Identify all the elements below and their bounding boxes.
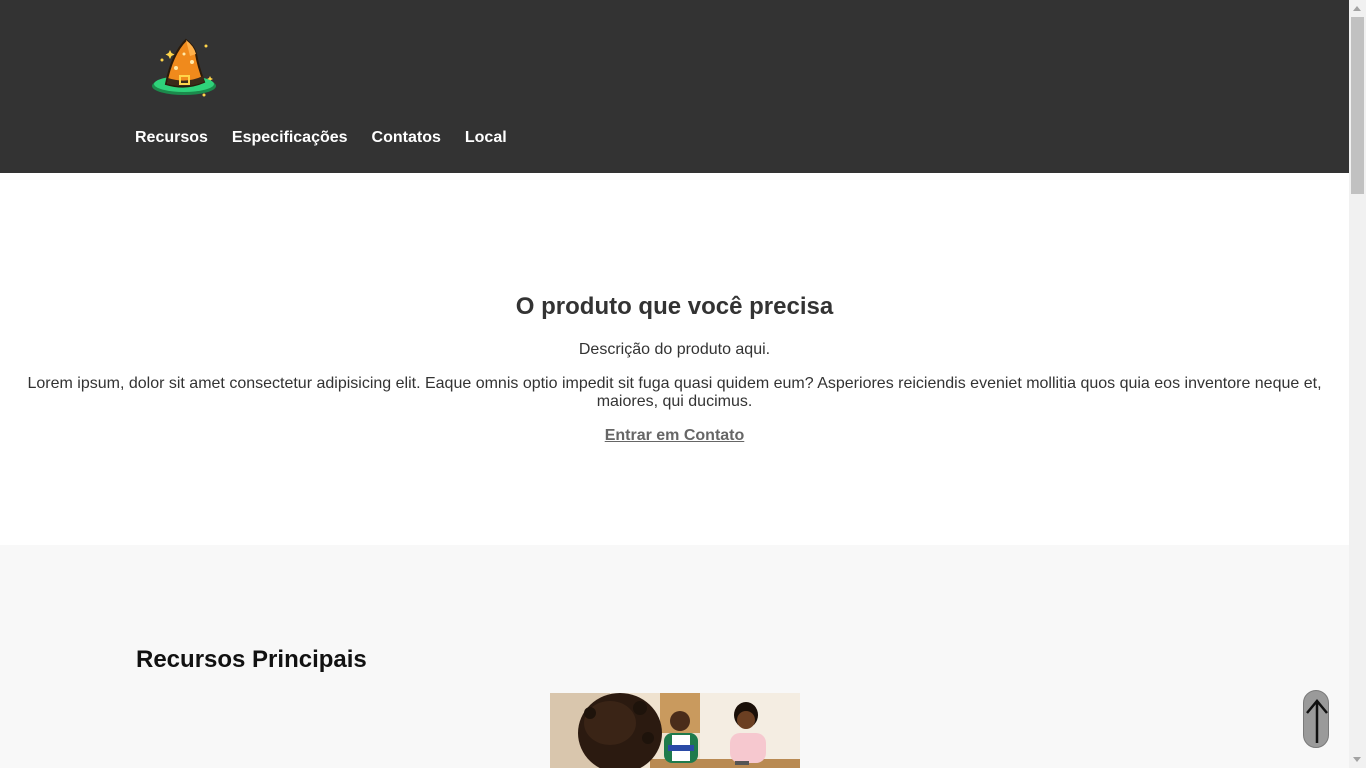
arrow-up-icon [1306, 699, 1328, 743]
nav-link-contatos[interactable]: Contatos [372, 129, 441, 147]
hero-title: O produto que você precisa [515, 293, 834, 320]
main-nav: Recursos Especificações Contatos Local [135, 127, 507, 149]
nav-link-recursos[interactable]: Recursos [135, 129, 208, 147]
page-scrollbar[interactable] [1349, 0, 1366, 768]
features-title: Recursos Principais [136, 646, 367, 673]
scroll-up-arrow-icon[interactable] [1353, 6, 1361, 11]
hero-description: Lorem ipsum, dolor sit amet consectetur … [27, 375, 1322, 410]
team-meeting-photo [550, 693, 800, 768]
hero-subtitle: Descrição do produto aqui. [578, 341, 771, 358]
contact-cta-link[interactable]: Entrar em Contato [0, 427, 1349, 445]
site-header: Recursos Especificações Contatos Local [0, 0, 1349, 173]
back-to-top-button[interactable] [1303, 690, 1329, 748]
hero-section: O produto que você precisa Descrição do … [0, 173, 1349, 545]
nav-link-local[interactable]: Local [465, 129, 507, 147]
features-section: Recursos Principais [0, 545, 1349, 768]
scroll-down-arrow-icon[interactable] [1353, 757, 1361, 762]
logo-link[interactable] [150, 36, 220, 104]
page: Recursos Especificações Contatos Local O… [0, 0, 1349, 768]
nav-link-especificacoes[interactable]: Especificações [232, 129, 348, 147]
scrollbar-thumb[interactable] [1351, 17, 1364, 194]
wizard-hat-logo-icon [152, 38, 216, 97]
